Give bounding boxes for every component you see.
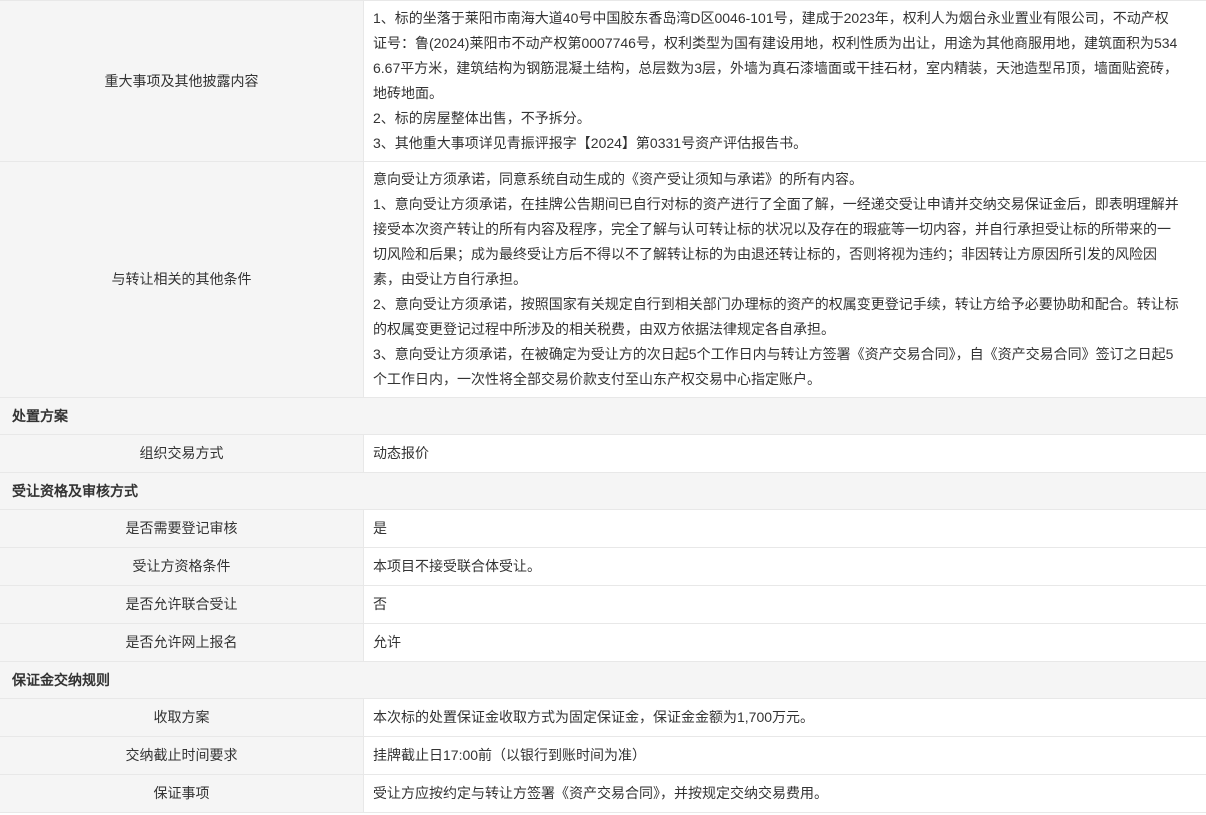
- table-row-payment-deadline: 交纳截止时间要求 挂牌截止日17:00前（以银行到账时间为准）: [0, 737, 1206, 775]
- row-content-cell: 否: [364, 586, 1206, 623]
- row-label-cell: 受让方资格条件: [0, 548, 364, 585]
- row-label-cell: 与转让相关的其他条件: [0, 162, 364, 397]
- row-content-cell: 本项目不接受联合体受让。: [364, 548, 1206, 585]
- content-paragraph: 允许: [373, 630, 1182, 655]
- row-content-cell: 意向受让方须承诺，同意系统自动生成的《资产受让须知与承诺》的所有内容。1、意向受…: [364, 162, 1206, 397]
- content-paragraph: 2、意向受让方须承诺，按照国家有关规定自行到相关部门办理标的资产的权属变更登记手…: [373, 292, 1182, 342]
- section-header-qualification-review: 受让资格及审核方式: [0, 473, 1206, 510]
- row-content-cell: 动态报价: [364, 435, 1206, 472]
- row-label: 保证事项: [154, 781, 210, 806]
- row-content-cell: 是: [364, 510, 1206, 547]
- content-paragraph: 是: [373, 516, 1182, 541]
- table-row-registration-review-required: 是否需要登记审核 是: [0, 510, 1206, 548]
- content-paragraph: 本项目不接受联合体受让。: [373, 554, 1182, 579]
- section-header-label: 处置方案: [12, 406, 68, 426]
- content-paragraph: 3、意向受让方须承诺，在被确定为受让方的次日起5个工作日内与转让方签署《资产交易…: [373, 342, 1182, 392]
- content-paragraph: 意向受让方须承诺，同意系统自动生成的《资产受让须知与承诺》的所有内容。: [373, 167, 1182, 192]
- content-paragraph: 受让方应按约定与转让方签署《资产交易合同》，并按规定交纳交易费用。: [373, 781, 1182, 806]
- row-label: 是否需要登记审核: [126, 516, 238, 541]
- row-content-cell: 受让方应按约定与转让方签署《资产交易合同》，并按规定交纳交易费用。: [364, 775, 1206, 812]
- row-label: 受让方资格条件: [133, 554, 231, 579]
- row-content-cell: 本次标的处置保证金收取方式为固定保证金，保证金金额为1,700万元。: [364, 699, 1206, 736]
- table-row-trading-method: 组织交易方式 动态报价: [0, 435, 1206, 473]
- row-label-cell: 是否需要登记审核: [0, 510, 364, 547]
- section-header-disposal-plan: 处置方案: [0, 398, 1206, 435]
- table-row-transfer-conditions: 与转让相关的其他条件 意向受让方须承诺，同意系统自动生成的《资产受让须知与承诺》的…: [0, 162, 1206, 398]
- row-label: 交纳截止时间要求: [126, 743, 238, 768]
- table-row-deposit-collection-plan: 收取方案 本次标的处置保证金收取方式为固定保证金，保证金金额为1,700万元。: [0, 699, 1206, 737]
- row-label: 组织交易方式: [140, 441, 224, 466]
- row-content-cell: 挂牌截止日17:00前（以银行到账时间为准）: [364, 737, 1206, 774]
- table-row-transferee-qualification: 受让方资格条件 本项目不接受联合体受让。: [0, 548, 1206, 586]
- row-label: 与转让相关的其他条件: [112, 267, 252, 292]
- row-label-cell: 保证事项: [0, 775, 364, 812]
- row-label-cell: 组织交易方式: [0, 435, 364, 472]
- row-label-cell: 是否允许网上报名: [0, 624, 364, 661]
- content-paragraph: 动态报价: [373, 441, 1182, 466]
- table-row-online-registration-allowed: 是否允许网上报名 允许: [0, 624, 1206, 662]
- content-paragraph: 3、其他重大事项详见青振评报字【2024】第0331号资产评估报告书。: [373, 131, 1182, 156]
- row-label: 重大事项及其他披露内容: [105, 69, 259, 94]
- content-paragraph: 1、意向受让方须承诺，在挂牌公告期间已自行对标的资产进行了全面了解，一经递交受让…: [373, 192, 1182, 292]
- row-label-cell: 是否允许联合受让: [0, 586, 364, 623]
- content-paragraph: 2、标的房屋整体出售，不予拆分。: [373, 106, 1182, 131]
- row-label: 是否允许网上报名: [126, 630, 238, 655]
- row-label: 是否允许联合受让: [126, 592, 238, 617]
- section-header-deposit-rules: 保证金交纳规则: [0, 662, 1206, 699]
- table-row-joint-transfer-allowed: 是否允许联合受让 否: [0, 586, 1206, 624]
- section-header-label: 受让资格及审核方式: [12, 481, 138, 501]
- row-label: 收取方案: [154, 705, 210, 730]
- table-row-major-disclosure: 重大事项及其他披露内容 1、标的坐落于莱阳市南海大道40号中国胶东香岛湾D区004…: [0, 1, 1206, 162]
- row-label-cell: 重大事项及其他披露内容: [0, 1, 364, 161]
- row-label-cell: 收取方案: [0, 699, 364, 736]
- asset-disposal-info-table: 重大事项及其他披露内容 1、标的坐落于莱阳市南海大道40号中国胶东香岛湾D区004…: [0, 0, 1206, 813]
- row-content-cell: 1、标的坐落于莱阳市南海大道40号中国胶东香岛湾D区0046-101号，建成于2…: [364, 1, 1206, 161]
- table-row-guarantee-matters: 保证事项 受让方应按约定与转让方签署《资产交易合同》，并按规定交纳交易费用。: [0, 775, 1206, 813]
- content-paragraph: 否: [373, 592, 1182, 617]
- row-label-cell: 交纳截止时间要求: [0, 737, 364, 774]
- content-paragraph: 1、标的坐落于莱阳市南海大道40号中国胶东香岛湾D区0046-101号，建成于2…: [373, 6, 1182, 106]
- content-paragraph: 本次标的处置保证金收取方式为固定保证金，保证金金额为1,700万元。: [373, 705, 1182, 730]
- row-content-cell: 允许: [364, 624, 1206, 661]
- content-paragraph: 挂牌截止日17:00前（以银行到账时间为准）: [373, 743, 1182, 768]
- section-header-label: 保证金交纳规则: [12, 670, 110, 690]
